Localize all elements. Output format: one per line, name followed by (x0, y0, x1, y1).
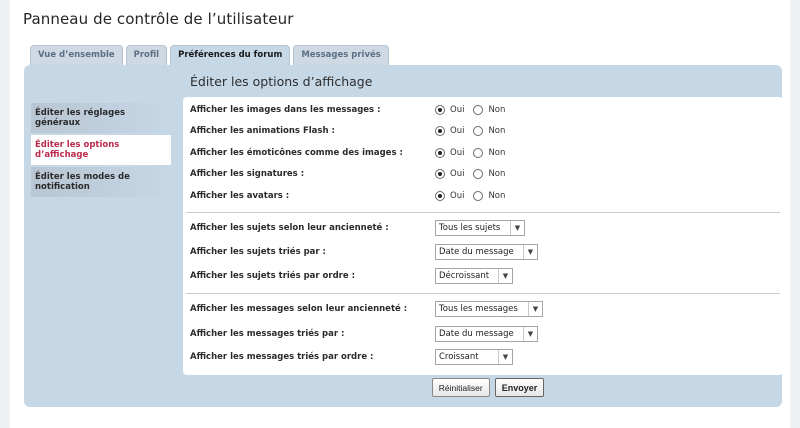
radio-group: Oui Non (435, 126, 514, 136)
option-label: Afficher les signatures : (190, 169, 305, 179)
radio-button[interactable] (435, 105, 445, 115)
radio-yes[interactable]: Oui (435, 126, 464, 136)
submit-button[interactable]: Envoyer (494, 378, 545, 397)
radio-button[interactable] (435, 169, 445, 179)
chevron-down-icon: ▼ (528, 302, 542, 316)
option-row-smilies: Afficher les émoticônes comme des images… (190, 144, 776, 162)
option-label: Afficher les sujets selon leur anciennet… (190, 223, 389, 233)
divider (186, 212, 780, 213)
option-label: Afficher les messages triés par ordre : (190, 352, 374, 362)
option-label: Afficher les émoticônes comme des images… (190, 148, 403, 158)
option-row-post-age: Afficher les messages selon leur ancienn… (190, 300, 776, 318)
radio-button[interactable] (473, 105, 484, 115)
option-row-post-order: Afficher les messages triés par ordre : … (190, 348, 776, 366)
post-order-select[interactable]: Croissant ▼ (435, 349, 513, 365)
option-row-signatures: Afficher les signatures : Oui Non (190, 165, 776, 183)
radio-group: Oui Non (435, 191, 514, 201)
radio-button[interactable] (435, 148, 445, 158)
tab-bar: Vue d’ensemble Profil Préférences du for… (30, 45, 389, 66)
radio-yes[interactable]: Oui (435, 105, 464, 115)
option-label: Afficher les sujets triés par ordre : (190, 271, 355, 281)
topic-sort-select[interactable]: Date du message ▼ (435, 244, 538, 260)
radio-no[interactable]: Non (473, 126, 505, 136)
option-row-images: Afficher les images dans les messages : … (190, 101, 776, 119)
chevron-down-icon: ▼ (498, 350, 512, 364)
section-heading: Éditer les options d’affichage (190, 74, 373, 89)
radio-no[interactable]: Non (473, 169, 505, 179)
option-label: Afficher les messages selon leur ancienn… (190, 304, 408, 314)
radio-yes[interactable]: Oui (435, 191, 464, 201)
radio-button[interactable] (435, 191, 445, 201)
chevron-down-icon: ▼ (498, 269, 512, 283)
control-panel: Éditer les options d’affichage Éditer le… (24, 65, 783, 407)
chevron-down-icon: ▼ (523, 245, 537, 259)
side-item-general-settings[interactable]: Éditer les réglages généraux (31, 103, 171, 133)
chevron-down-icon: ▼ (510, 221, 524, 235)
option-label: Afficher les animations Flash : (190, 126, 335, 136)
option-row-post-sort: Afficher les messages triés par : Date d… (190, 325, 776, 343)
option-label: Afficher les messages triés par : (190, 329, 345, 339)
options-form: Afficher les images dans les messages : … (183, 97, 783, 375)
tab-profile[interactable]: Profil (125, 45, 168, 65)
option-row-topic-order: Afficher les sujets triés par ordre : Dé… (190, 267, 776, 285)
tab-overview[interactable]: Vue d’ensemble (30, 45, 123, 65)
topic-order-select[interactable]: Décroissant ▼ (435, 268, 513, 284)
radio-group: Oui Non (435, 105, 514, 115)
radio-button[interactable] (473, 169, 484, 179)
page-title: Panneau de contrôle de l’utilisateur (23, 10, 294, 28)
option-row-topic-age: Afficher les sujets selon leur anciennet… (190, 219, 776, 237)
option-label: Afficher les sujets triés par : (190, 247, 326, 257)
chevron-down-icon: ▼ (523, 327, 537, 341)
side-item-display-options[interactable]: Éditer les options d’affichage (31, 135, 171, 165)
radio-no[interactable]: Non (473, 191, 505, 201)
radio-button[interactable] (473, 148, 484, 158)
side-item-notification-modes[interactable]: Éditer les modes de notification (31, 167, 171, 197)
option-label: Afficher les images dans les messages : (190, 105, 381, 115)
form-buttons: Réinitialiser Envoyer (24, 378, 782, 397)
radio-button[interactable] (473, 126, 484, 136)
radio-yes[interactable]: Oui (435, 148, 464, 158)
reset-button[interactable]: Réinitialiser (431, 378, 490, 397)
page: Panneau de contrôle de l’utilisateur Vue… (10, 0, 790, 428)
radio-no[interactable]: Non (473, 148, 505, 158)
radio-yes[interactable]: Oui (435, 169, 464, 179)
option-row-topic-sort: Afficher les sujets triés par : Date du … (190, 243, 776, 261)
radio-no[interactable]: Non (473, 105, 505, 115)
post-age-select[interactable]: Tous les messages ▼ (435, 301, 543, 317)
radio-group: Oui Non (435, 169, 514, 179)
radio-button[interactable] (473, 191, 484, 201)
tab-forum-preferences[interactable]: Préférences du forum (170, 45, 291, 66)
option-row-avatars: Afficher les avatars : Oui Non (190, 187, 776, 205)
post-sort-select[interactable]: Date du message ▼ (435, 326, 538, 342)
tab-private-messages[interactable]: Messages privés (293, 45, 389, 65)
divider (186, 293, 780, 294)
option-row-flash: Afficher les animations Flash : Oui Non (190, 122, 776, 140)
side-menu: Éditer les réglages généraux Éditer les … (31, 103, 171, 197)
radio-button[interactable] (435, 126, 445, 136)
option-label: Afficher les avatars : (190, 191, 290, 201)
radio-group: Oui Non (435, 148, 514, 158)
topic-age-select[interactable]: Tous les sujets ▼ (435, 220, 525, 236)
